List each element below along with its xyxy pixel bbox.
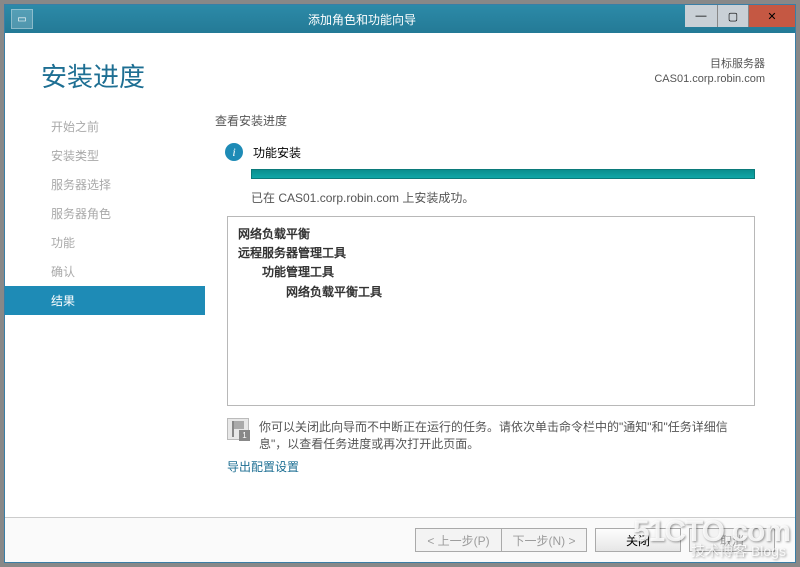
next-button: 下一步(N) > (501, 528, 587, 552)
status-line: i 功能安装 (215, 143, 765, 161)
installed-features-box: 网络负载平衡 远程服务器管理工具 功能管理工具 网络负载平衡工具 (227, 216, 755, 406)
previous-button: < 上一步(P) (415, 528, 501, 552)
header-row: 安装进度 目标服务器 CAS01.corp.robin.com (5, 33, 795, 102)
feature-item: 网络负载平衡 (238, 225, 744, 244)
target-server-value: CAS01.corp.robin.com (654, 72, 765, 87)
target-server-label: 目标服务器 (654, 57, 765, 72)
content-heading: 查看安装进度 (215, 112, 765, 129)
step-server-select: 服务器选择 (5, 170, 205, 199)
step-features: 功能 (5, 228, 205, 257)
wizard-steps-sidebar: 开始之前 安装类型 服务器选择 服务器角色 功能 确认 结果 (5, 102, 205, 517)
step-server-roles: 服务器角色 (5, 199, 205, 228)
step-results[interactable]: 结果 (5, 286, 205, 315)
info-icon: i (225, 143, 243, 161)
page-title: 安装进度 (41, 57, 654, 94)
feature-item: 远程服务器管理工具 (238, 244, 744, 263)
system-menu-icon[interactable]: ▭ (11, 9, 33, 29)
cancel-button: 取消 (689, 528, 775, 552)
note-badge-icon: 1 (239, 430, 250, 441)
export-config-link[interactable]: 导出配置设置 (227, 458, 765, 475)
close-window-button[interactable]: ✕ (749, 5, 795, 27)
feature-item: 功能管理工具 (238, 263, 744, 282)
step-confirm: 确认 (5, 257, 205, 286)
note-text: 你可以关闭此向导而不中断正在运行的任务。请依次单击命令栏中的"通知"和"任务详细… (259, 418, 755, 452)
minimize-button[interactable]: — (685, 5, 717, 27)
window-title: 添加角色和功能向导 (39, 11, 685, 28)
content-panel: 查看安装进度 i 功能安装 已在 CAS01.corp.robin.com 上安… (205, 102, 795, 517)
maximize-button[interactable]: ▢ (717, 5, 749, 27)
footer-buttons: < 上一步(P) 下一步(N) > 关闭 取消 (5, 517, 795, 562)
step-install-type: 安装类型 (5, 141, 205, 170)
window-body: 安装进度 目标服务器 CAS01.corp.robin.com 开始之前 安装类… (5, 33, 795, 562)
target-server-box: 目标服务器 CAS01.corp.robin.com (654, 57, 765, 88)
progress-bar (251, 169, 755, 179)
wizard-window: ▭ 添加角色和功能向导 — ▢ ✕ 安装进度 目标服务器 CAS01.corp.… (4, 4, 796, 563)
titlebar[interactable]: ▭ 添加角色和功能向导 — ▢ ✕ (5, 5, 795, 33)
main-area: 开始之前 安装类型 服务器选择 服务器角色 功能 确认 结果 查看安装进度 i … (5, 102, 795, 517)
status-text: 功能安装 (253, 144, 301, 161)
note-row: 1 你可以关闭此向导而不中断正在运行的任务。请依次单击命令栏中的"通知"和"任务… (227, 418, 755, 452)
success-message: 已在 CAS01.corp.robin.com 上安装成功。 (251, 189, 765, 206)
close-button[interactable]: 关闭 (595, 528, 681, 552)
feature-item: 网络负载平衡工具 (238, 283, 744, 302)
window-controls: — ▢ ✕ (685, 5, 795, 33)
step-before-begin: 开始之前 (5, 112, 205, 141)
nav-button-group: < 上一步(P) 下一步(N) > (415, 528, 587, 552)
